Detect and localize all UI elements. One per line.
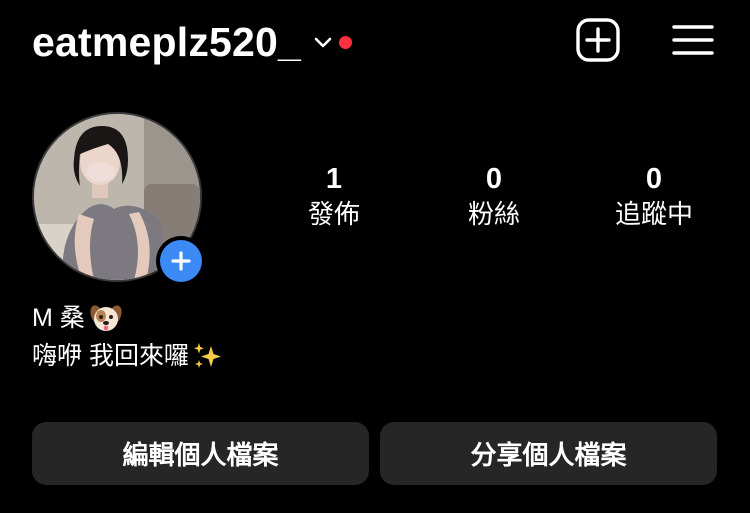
bio-text: 嗨咿 我回來囉 — [32, 342, 189, 370]
edit-profile-button[interactable]: 編輯個人檔案 — [32, 422, 369, 485]
top-bar: eatmeplz520_ — [0, 0, 750, 86]
sparkles-emoji — [191, 340, 223, 372]
share-profile-button[interactable]: 分享個人檔案 — [380, 422, 717, 485]
plus-icon — [160, 240, 202, 282]
chevron-down-icon — [313, 35, 333, 49]
bio-line: 嗨咿 我回來囉 — [32, 338, 223, 374]
dog-face-emoji — [89, 301, 123, 335]
posts-label: 發佈 — [307, 200, 360, 230]
following-count: 0 — [645, 163, 663, 195]
hamburger-menu-icon — [671, 22, 715, 63]
profile-name: M 桑 — [32, 304, 85, 332]
new-post-button[interactable] — [574, 17, 622, 68]
menu-button[interactable] — [669, 18, 717, 66]
following-label: 追蹤中 — [614, 200, 693, 230]
profile-stats: 1 發佈 0 粉絲 0 追蹤中 — [254, 160, 734, 240]
followers-label: 粉絲 — [467, 200, 520, 230]
account-switcher[interactable]: eatmeplz520_ — [32, 14, 353, 70]
plus-square-icon — [575, 17, 621, 68]
notification-dot — [339, 35, 353, 49]
stat-following[interactable]: 0 追蹤中 — [574, 160, 734, 232]
stat-posts[interactable]: 1 發佈 — [254, 160, 414, 232]
profile-name-line: M 桑 — [32, 300, 123, 336]
stat-followers[interactable]: 0 粉絲 — [414, 160, 574, 232]
posts-count: 1 — [325, 163, 343, 195]
username: eatmeplz520_ — [32, 18, 302, 65]
add-story-button[interactable] — [156, 236, 206, 286]
avatar-container — [32, 112, 206, 286]
followers-count: 0 — [485, 163, 503, 195]
